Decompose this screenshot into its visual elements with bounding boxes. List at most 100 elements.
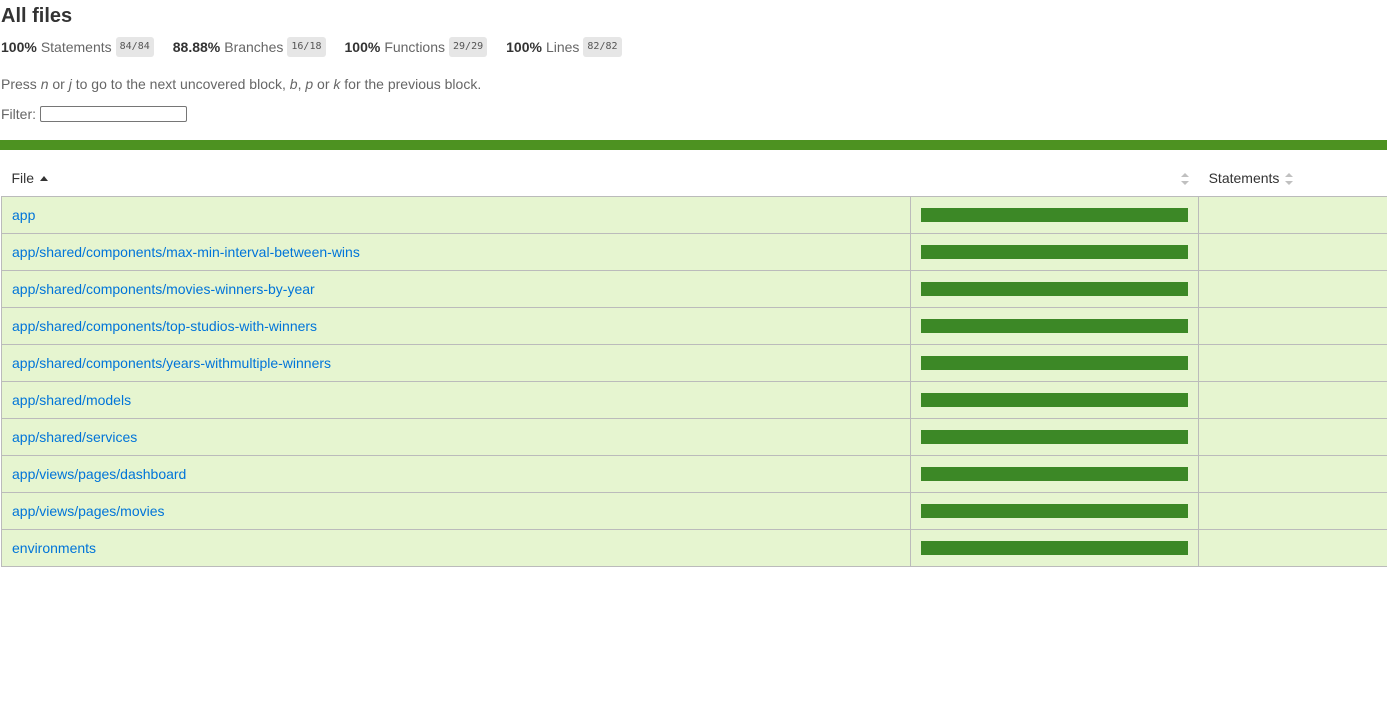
statements-cell [1198, 196, 1387, 234]
file-cell: app/shared/components/top-studios-with-w… [0, 307, 912, 345]
file-cell: app [0, 196, 912, 234]
coverage-bar-fill [921, 208, 1189, 222]
file-link[interactable]: app [12, 207, 35, 223]
table-row: app/shared/components/years-withmultiple… [0, 344, 1387, 382]
file-link[interactable]: app/shared/components/movies-winners-by-… [12, 281, 315, 297]
file-link[interactable]: app/views/pages/dashboard [12, 466, 186, 482]
coverage-bar-cell [910, 529, 1200, 567]
coverage-bar [921, 541, 1189, 555]
sort-icon [1180, 172, 1189, 185]
filter-bar: Filter: [1, 106, 1387, 122]
file-link[interactable]: app/shared/components/top-studios-with-w… [12, 318, 317, 334]
branches-pct: 88.88% [172, 39, 221, 55]
coverage-bar-cell [910, 270, 1200, 308]
hint-key-p: p [305, 76, 314, 92]
branches-fraction: 16/18 [287, 37, 326, 57]
hint-key-b: b [289, 76, 298, 92]
coverage-bar-fill [921, 467, 1189, 481]
statements-label: Statements [40, 39, 112, 55]
file-cell: app/shared/components/max-min-interval-b… [0, 233, 912, 271]
coverage-bar [921, 282, 1189, 296]
coverage-bar [921, 393, 1189, 407]
statements-header-label: Statements [1208, 169, 1280, 186]
file-cell: app/shared/components/years-withmultiple… [0, 344, 912, 382]
lines-pct: 100% [506, 39, 542, 55]
file-cell: app/shared/models [0, 381, 912, 419]
file-column-header[interactable]: File [1, 159, 911, 197]
lines-fraction: 82/82 [583, 37, 622, 57]
page-title: All files [1, 5, 73, 27]
statements-cell [1198, 455, 1387, 493]
hint-text: or [313, 76, 334, 92]
statements-cell [1198, 233, 1387, 271]
coverage-bar [921, 504, 1189, 518]
statements-cell [1198, 270, 1387, 308]
file-link[interactable]: environments [12, 540, 96, 556]
coverage-bar-fill [921, 356, 1189, 370]
summary-lines: 100% Lines 82/82 [506, 37, 622, 57]
lines-label: Lines [545, 39, 580, 55]
statements-cell [1198, 344, 1387, 382]
functions-label: Functions [384, 39, 446, 55]
page-header: All files 100% Statements 84/84 88.88% B… [0, 0, 1387, 122]
coverage-bar-cell [910, 492, 1200, 530]
statements-pct: 100% [1, 39, 37, 55]
coverage-bar-cell [910, 381, 1200, 419]
coverage-bar-cell [910, 418, 1200, 456]
table-row: app/shared/models [0, 381, 1387, 419]
coverage-bar-cell [910, 233, 1200, 271]
functions-fraction: 29/29 [449, 37, 488, 57]
coverage-bar [921, 208, 1189, 222]
coverage-bar-fill [921, 282, 1189, 296]
coverage-bar-fill [921, 541, 1189, 555]
table-row: app/shared/services [0, 418, 1387, 456]
coverage-bar [921, 467, 1189, 481]
functions-pct: 100% [344, 39, 381, 55]
coverage-bar-fill [921, 319, 1189, 333]
keyboard-hint: Press n or j to go to the next uncovered… [1, 76, 1387, 92]
file-cell: app/shared/services [0, 418, 912, 456]
hint-text: for the previous block. [340, 76, 482, 92]
filter-input[interactable] [40, 106, 187, 122]
coverage-bar-cell [910, 307, 1200, 345]
coverage-bar-cell [910, 344, 1200, 382]
statements-fraction: 84/84 [115, 37, 154, 57]
table-row: app/shared/components/movies-winners-by-… [0, 270, 1387, 308]
coverage-bar [921, 245, 1189, 259]
coverage-table: File Statements app app/shared/components… [0, 159, 1387, 567]
file-cell: app/views/pages/movies [0, 492, 912, 530]
hint-text: Press [1, 76, 41, 92]
coverage-bar-cell [910, 455, 1200, 493]
statements-cell [1198, 418, 1387, 456]
file-link[interactable]: app/shared/models [12, 392, 131, 408]
statements-column-header[interactable]: Statements [1198, 159, 1387, 197]
file-header-label: File [11, 169, 35, 186]
coverage-bar-fill [921, 393, 1189, 407]
file-link[interactable]: app/views/pages/movies [12, 503, 165, 519]
coverage-bar-fill [921, 430, 1189, 444]
table-row: environments [0, 529, 1387, 567]
coverage-bar [921, 356, 1189, 370]
table-row: app/shared/components/top-studios-with-w… [0, 307, 1387, 345]
coverage-bar-column-header[interactable] [910, 159, 1199, 197]
coverage-bar [921, 430, 1189, 444]
file-link[interactable]: app/shared/components/max-min-interval-b… [12, 244, 360, 260]
coverage-bar-fill [921, 245, 1189, 259]
coverage-bar-fill [921, 504, 1189, 518]
filter-label: Filter: [1, 106, 36, 122]
statements-cell [1198, 529, 1387, 567]
coverage-table-body: app app/shared/components/max-min-interva… [0, 196, 1387, 567]
summary-statements: 100% Statements 84/84 [1, 37, 154, 57]
summary-branches: 88.88% Branches 16/18 [173, 37, 326, 57]
coverage-status-line [0, 140, 1387, 150]
table-row: app/shared/components/max-min-interval-b… [0, 233, 1387, 271]
statements-cell [1198, 381, 1387, 419]
branches-label: Branches [224, 39, 284, 55]
file-link[interactable]: app/shared/services [12, 429, 137, 445]
sort-ascending-icon [40, 175, 49, 181]
file-cell: app/shared/components/movies-winners-by-… [0, 270, 912, 308]
file-cell: app/views/pages/dashboard [0, 455, 912, 493]
file-link[interactable]: app/shared/components/years-withmultiple… [12, 355, 331, 371]
table-row: app/views/pages/movies [0, 492, 1387, 530]
statements-cell [1198, 492, 1387, 530]
